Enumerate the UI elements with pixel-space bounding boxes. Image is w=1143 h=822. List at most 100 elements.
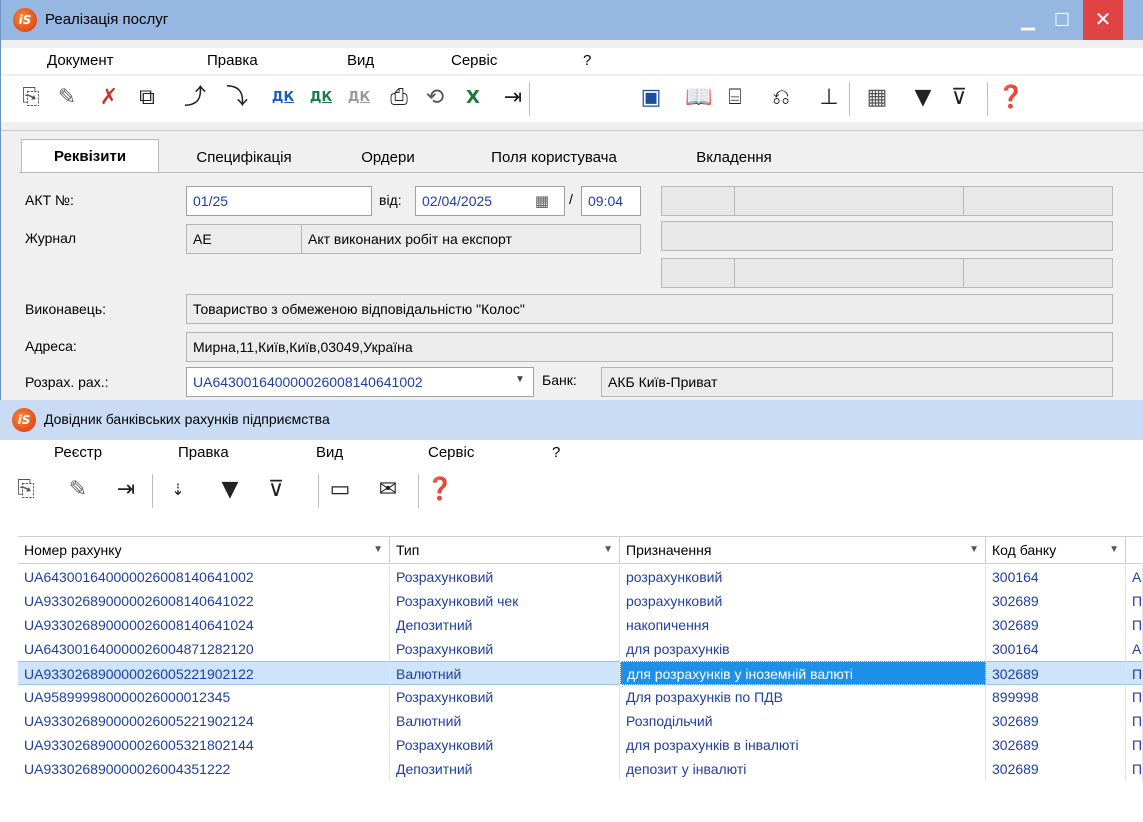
cell-bank-code[interactable]: 899998 <box>986 685 1126 709</box>
table-row[interactable]: UA933026890000026004351222 Депозитний депо… <box>18 757 1143 781</box>
cell-purpose[interactable]: розрахунковий <box>620 589 986 613</box>
help-icon[interactable]: ❓ <box>426 476 454 504</box>
delete-icon[interactable]: ✗ <box>95 84 123 112</box>
close-button[interactable]: ✕ <box>1083 0 1123 40</box>
book-icon[interactable]: 📖 <box>685 84 713 112</box>
column-bank-code[interactable]: Код банку ▼ <box>986 537 1126 564</box>
cell-bank-code[interactable]: 300164 <box>986 565 1126 589</box>
filter-dropdown-icon[interactable]: ▼ <box>603 537 613 563</box>
cell-type[interactable]: Розрахунковий <box>390 565 620 589</box>
copy-icon[interactable]: ⧉ <box>133 84 161 112</box>
menu-document[interactable]: Документ <box>47 52 114 69</box>
import-icon[interactable]: ⤵ <box>223 84 251 112</box>
cell-extra[interactable]: П <box>1126 733 1143 757</box>
table-row[interactable]: UA933026890000026008140641022 Розрахунков… <box>18 589 1143 613</box>
menu-help[interactable]: ? <box>583 52 591 69</box>
clear-filter-icon[interactable]: ⊽ <box>262 476 290 504</box>
cell-bank-code[interactable]: 302689 <box>986 709 1126 733</box>
act-number-field[interactable]: 01/25 <box>186 186 372 216</box>
edit-icon[interactable]: ✎ <box>53 84 81 112</box>
table-row[interactable]: UA933026890000026005321802144 Розрахунков… <box>18 733 1143 757</box>
cell-extra[interactable]: А <box>1126 565 1143 589</box>
refresh-icon[interactable]: ⟲ <box>421 84 449 112</box>
cell-type[interactable]: Розрахунковий <box>390 685 620 709</box>
cell-purpose[interactable]: розрахунковий <box>620 565 986 589</box>
exit-icon[interactable]: ⇥ <box>499 84 527 112</box>
dk-green-icon[interactable]: ДК <box>307 84 335 112</box>
cell-purpose[interactable]: депозит у інвалюті <box>620 757 986 781</box>
dk-icon[interactable]: ДК <box>269 84 297 112</box>
tab-requisites[interactable]: Реквізити <box>21 139 159 173</box>
cell-bank-code[interactable]: 302689 <box>986 613 1126 637</box>
cell-purpose[interactable]: для розрахунків <box>620 637 986 661</box>
table-row[interactable]: UA933026890000026005221902122 Валютний для… <box>18 661 1143 685</box>
cell-type[interactable]: Валютний <box>390 661 620 685</box>
minimize-button[interactable]: ▁ <box>1009 0 1047 40</box>
table-icon[interactable]: ▦ <box>863 84 891 112</box>
cell-type[interactable]: Валютний <box>390 709 620 733</box>
link-icon[interactable]: ⎌ <box>767 84 795 112</box>
sort-icon[interactable]: ⇣ <box>164 476 192 504</box>
cell-bank-code[interactable]: 302689 <box>986 589 1126 613</box>
cell-account[interactable]: UA643001640000026008140641002 <box>18 565 390 589</box>
table-row[interactable]: UA643001640000026008140641002 Розрахунков… <box>18 565 1143 589</box>
menu-help[interactable]: ? <box>552 444 560 461</box>
account-select[interactable]: UA643001640000026008140641002 <box>186 367 534 397</box>
mail-icon[interactable]: ✉ <box>374 476 402 504</box>
clear-filter-icon[interactable]: ⊽ <box>945 84 973 112</box>
cell-extra[interactable]: П <box>1126 757 1143 781</box>
menu-service[interactable]: Сервіс <box>428 444 474 461</box>
maximize-button[interactable]: ☐ <box>1043 0 1081 40</box>
cell-extra[interactable]: П <box>1126 589 1143 613</box>
time-field[interactable]: 09:04 <box>581 186 641 216</box>
cell-type[interactable]: Розрахунковий <box>390 637 620 661</box>
cell-bank-code[interactable]: 302689 <box>986 757 1126 781</box>
cell-bank-code[interactable]: 300164 <box>986 637 1126 661</box>
filter-icon[interactable]: ▼ <box>216 476 244 504</box>
filter-icon[interactable]: ▼ <box>909 84 937 112</box>
cell-bank-code[interactable]: 302689 <box>986 661 1126 685</box>
cell-purpose[interactable]: накопичення <box>620 613 986 637</box>
cell-account[interactable]: UA643001640000026004871282120 <box>18 637 390 661</box>
menu-registry[interactable]: Реєстр <box>54 444 102 461</box>
attach-icon[interactable]: ⌸ <box>721 84 749 112</box>
menu-service[interactable]: Сервіс <box>451 52 497 69</box>
cell-account[interactable]: UA933026890000026008140641022 <box>18 589 390 613</box>
print-icon[interactable]: ⎙ <box>385 84 413 112</box>
cell-extra[interactable]: А <box>1126 637 1143 661</box>
cell-type[interactable]: Розрахунковий чек <box>390 589 620 613</box>
column-extra[interactable] <box>1126 537 1143 564</box>
cell-account[interactable]: UA933026890000026008140641024 <box>18 613 390 637</box>
menu-edit[interactable]: Правка <box>207 52 258 69</box>
tab-orders[interactable]: Ордери <box>343 143 433 173</box>
tab-user-fields[interactable]: Поля користувача <box>459 143 649 173</box>
filter-dropdown-icon[interactable]: ▼ <box>1109 537 1119 563</box>
filter-dropdown-icon[interactable]: ▼ <box>373 537 383 563</box>
cell-account[interactable]: UA933026890000026005221902124 <box>18 709 390 733</box>
chevron-down-icon[interactable]: ▼ <box>515 374 525 385</box>
tree-icon[interactable]: ⊥ <box>815 84 843 112</box>
dk-disabled-icon[interactable]: ДК <box>345 84 373 112</box>
cell-purpose[interactable]: Розподільчий <box>620 709 986 733</box>
table-row[interactable]: UA643001640000026004871282120 Розрахунков… <box>18 637 1143 661</box>
save-icon[interactable]: ▣ <box>637 84 665 112</box>
cell-account[interactable]: UA933026890000026005321802144 <box>18 733 390 757</box>
table-row[interactable]: UA958999980000026000012345 Розрахунковий Д… <box>18 685 1143 709</box>
table-row[interactable]: UA933026890000026008140641024 Депозитний н… <box>18 613 1143 637</box>
cell-purpose[interactable]: Для розрахунків по ПДВ <box>620 685 986 709</box>
column-purpose[interactable]: Призначення ▼ <box>620 537 986 564</box>
cell-account[interactable]: UA933026890000026004351222 <box>18 757 390 781</box>
column-type[interactable]: Тип ▼ <box>390 537 620 564</box>
tab-attachments[interactable]: Вкладення <box>671 143 797 173</box>
cell-type[interactable]: Депозитний <box>390 613 620 637</box>
table-row[interactable]: UA933026890000026005221902124 Валютний Роз… <box>18 709 1143 733</box>
cell-account[interactable]: UA933026890000026005221902122 <box>18 661 390 685</box>
cell-extra[interactable]: П <box>1126 685 1143 709</box>
column-account-number[interactable]: Номер рахунку ▼ <box>18 537 390 564</box>
cell-purpose[interactable]: для розрахунків у іноземній валюті <box>620 661 986 685</box>
cell-extra[interactable]: П <box>1126 661 1143 685</box>
card-icon[interactable]: ▭ <box>326 476 354 504</box>
cell-purpose[interactable]: для розрахунків в інвалюті <box>620 733 986 757</box>
calendar-icon[interactable]: ▦ <box>529 188 555 214</box>
cell-type[interactable]: Розрахунковий <box>390 733 620 757</box>
